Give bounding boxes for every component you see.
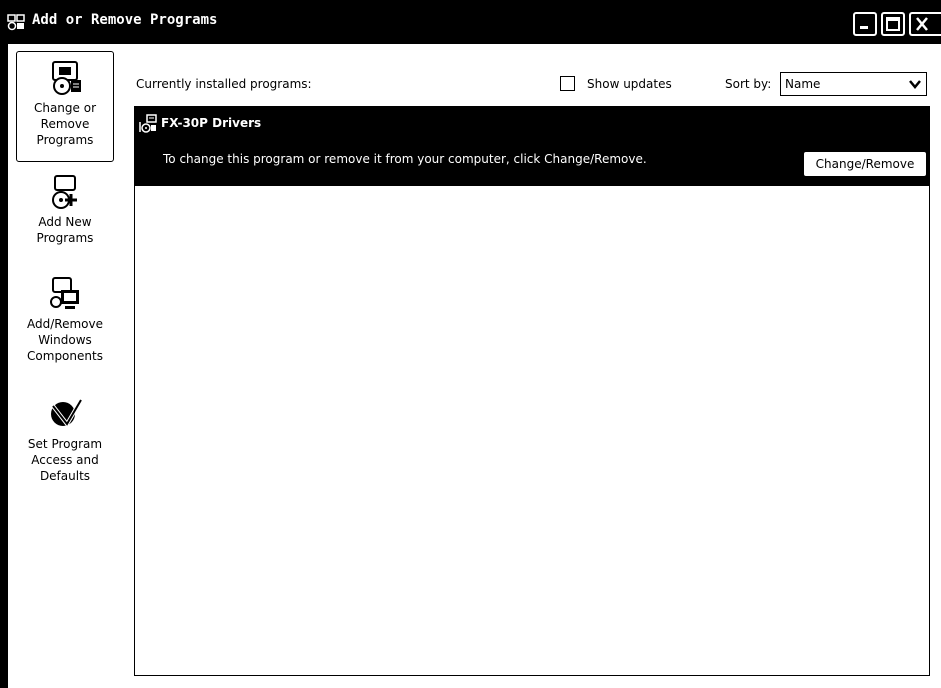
show-updates-label[interactable]: Show updates <box>587 77 672 91</box>
programs-list[interactable]: FX-30P Drivers To change this program or… <box>134 106 930 676</box>
add-new-programs-icon <box>52 175 77 209</box>
program-icon <box>139 114 157 133</box>
sidebar-item-label: Add New Programs <box>36 215 94 245</box>
maximize-button[interactable] <box>881 12 905 36</box>
sort-by-select[interactable]: Name <box>780 72 927 96</box>
title-bar[interactable]: Add or Remove Programs <box>0 0 941 44</box>
program-name: FX-30P Drivers <box>161 116 262 130</box>
sidebar-item-change-remove[interactable]: Change or Remove Programs <box>16 51 114 162</box>
sidebar-item-label: Set Program Access and Defaults <box>27 437 103 483</box>
minimize-icon <box>860 26 868 29</box>
window-controls <box>853 12 941 36</box>
program-description: To change this program or remove it from… <box>163 152 647 166</box>
minimize-button[interactable] <box>853 12 877 36</box>
list-item[interactable]: FX-30P Drivers To change this program or… <box>135 107 929 186</box>
show-updates-checkbox[interactable] <box>560 76 575 91</box>
windows-components-icon <box>50 277 79 309</box>
sidebar-item-label: Change or Remove Programs <box>33 101 97 147</box>
program-access-defaults-icon <box>51 398 83 428</box>
sort-by-value: Name <box>785 77 821 91</box>
main-pane: Currently installed programs: Show updat… <box>120 44 941 688</box>
window-frame-left <box>0 44 8 688</box>
installed-programs-label: Currently installed programs: <box>136 77 312 91</box>
sort-by-label: Sort by: <box>725 77 772 91</box>
sidebar-item-windows-components[interactable]: Add/Remove Windows Components <box>16 274 114 378</box>
change-remove-programs-icon <box>52 61 81 95</box>
add-remove-programs-icon <box>7 14 25 31</box>
sidebar-item-program-access[interactable]: Set Program Access and Defaults <box>16 394 114 498</box>
sidebar-item-label: Add/Remove Windows Components <box>27 317 103 363</box>
maximize-icon <box>886 17 900 31</box>
sidebar: Change or Remove Programs Add New Progra… <box>8 44 120 688</box>
close-icon <box>916 17 928 31</box>
change-remove-button[interactable]: Change/Remove <box>803 151 927 177</box>
chevron-down-icon[interactable] <box>908 78 922 90</box>
close-button[interactable] <box>909 12 941 36</box>
sidebar-item-add-new[interactable]: Add New Programs <box>16 172 114 258</box>
window-title: Add or Remove Programs <box>32 12 218 28</box>
